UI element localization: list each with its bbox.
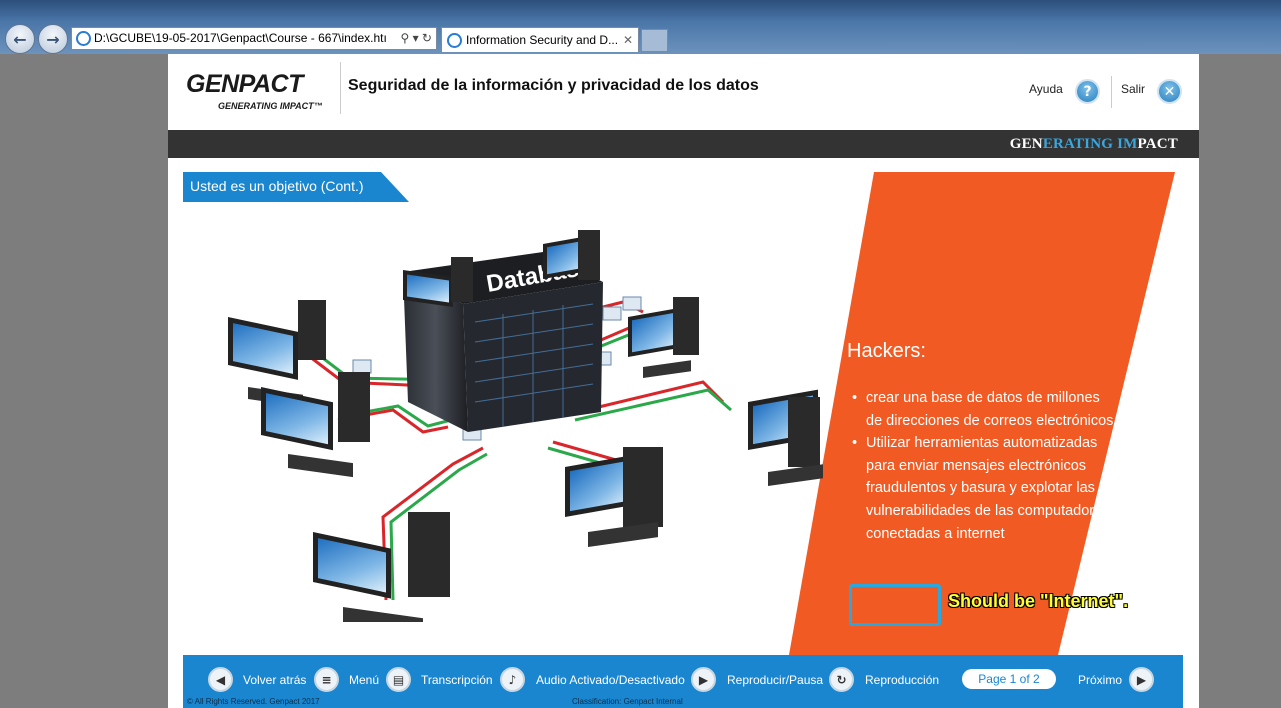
browser-tab[interactable]: Information Security and D... ✕ [441,27,639,52]
computer-icon [261,372,370,478]
next-icon[interactable]: ▶ [1129,667,1154,692]
bullet-list: crear una base de datos de millones de d… [850,387,1115,545]
computer-icon [748,389,823,486]
page-indicator: Page 1 of 2 [962,669,1056,689]
close-icon[interactable]: ✕ [1157,79,1182,104]
bullet-item: Utilizar herramientas automatizadas para… [850,432,1115,545]
back-icon[interactable]: ◀ [208,667,233,692]
genpact-logo: GENPACT GENERATING IMPACT™ [186,70,323,111]
menu-icon[interactable]: ≡ [314,667,339,692]
search-refresh-icon[interactable]: ⚲ ▾ ↻ [396,28,432,49]
play-icon[interactable]: ▶ [691,667,716,692]
banner-text-2: ERATING [1042,136,1118,152]
slide-content: Usted es un objetivo (Cont.) Database Ha… [183,172,1183,655]
classification-text: Classification: Genpact Internal [572,697,683,706]
address-bar[interactable]: D:\GCUBE\19-05-2017\Genpact\Course - 667… [71,27,437,50]
banner-text-1: GEN [1009,136,1043,152]
tab-title: Information Security and D... [466,33,619,47]
back-label[interactable]: Volver atrás [243,673,306,687]
computer-icon [313,512,450,622]
banner-text-4: PACT [1137,136,1178,152]
annotation-note: Should be "Internet". [948,591,1129,611]
header-divider [340,62,341,114]
help-icon[interactable]: ? [1075,79,1100,104]
replay-label[interactable]: Reproducción [865,673,939,687]
slide-tag: Usted es un objetivo (Cont.) [183,172,409,202]
player-navbar: ◀ Volver atrás ≡ Menú ▤ Transcripción ♪ … [183,655,1183,708]
course-header: GENPACT GENERATING IMPACT™ Seguridad de … [168,54,1199,130]
hackers-heading: Hackers: [847,340,926,362]
exit-label[interactable]: Salir [1121,82,1145,96]
help-label[interactable]: Ayuda [1029,82,1063,96]
ie-tab-icon [447,33,462,48]
forward-arrow-icon[interactable]: → [38,24,68,54]
database-network-illustration: Database [228,230,823,622]
new-tab-button[interactable] [641,29,668,52]
slide-tag-text: Usted es un objetivo (Cont.) [190,178,364,194]
copyright-text: © All Rights Reserved. Genpact 2017 [187,697,320,706]
computer-icon [543,230,600,280]
banner-text-3: IM [1117,136,1138,152]
audio-label[interactable]: Audio Activado/Desactivado [536,673,685,687]
course-player: GENPACT GENERATING IMPACT™ Seguridad de … [168,54,1199,708]
ie-page-icon [76,31,91,46]
logo-tagline: GENERATING IMPACT™ [218,101,323,111]
menu-label[interactable]: Menú [349,673,379,687]
address-text: D:\GCUBE\19-05-2017\Genpact\Course - 667… [94,31,387,45]
play-pause-label[interactable]: Reproducir/Pausa [727,673,823,687]
browser-chrome: ← → D:\GCUBE\19-05-2017\Genpact\Course -… [0,0,1281,54]
transcript-label[interactable]: Transcripción [421,673,493,687]
course-title: Seguridad de la información y privacidad… [348,77,759,94]
transcript-icon[interactable]: ▤ [386,667,411,692]
next-label[interactable]: Próximo [1078,673,1122,687]
replay-icon[interactable]: ↻ [829,667,854,692]
microphone-icon[interactable]: ♪ [500,667,525,692]
banner-text: GENERATING IMPACT [1010,136,1178,153]
header-divider-2 [1111,76,1112,108]
generating-impact-banner: GENERATING IMPACT [168,130,1199,158]
back-arrow-icon[interactable]: ← [5,24,35,54]
computer-icon [403,257,473,308]
annotation-highlight-box [849,584,941,626]
bullet-item: crear una base de datos de millones de d… [850,387,1115,432]
close-tab-icon[interactable]: ✕ [622,28,633,52]
logo-main-text: GENPACT [186,70,303,98]
computer-icon [565,447,663,548]
